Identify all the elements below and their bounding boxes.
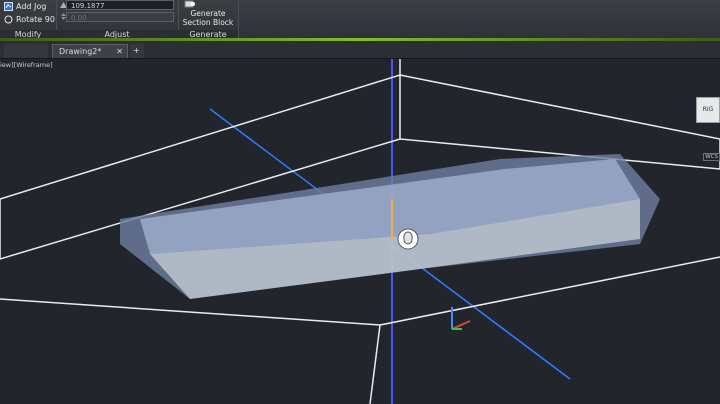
add-jog-label: Add Jog bbox=[16, 2, 47, 11]
viewcube[interactable]: RIG bbox=[696, 97, 720, 123]
wcs-menu[interactable]: WCS bbox=[703, 153, 720, 161]
elevation-input[interactable]: 109.1877 bbox=[66, 0, 174, 10]
section-box-bottom bbox=[369, 324, 381, 404]
ribbon: Add Jog Rotate 90 Modify 109.1877 0.00 A… bbox=[0, 0, 720, 41]
tab-drawing2[interactable]: Drawing2* ✕ bbox=[52, 44, 128, 58]
section-block-icon bbox=[184, 0, 213, 9]
rotate-90-button[interactable]: Rotate 90 bbox=[4, 15, 55, 24]
add-jog-button[interactable]: Add Jog bbox=[4, 2, 46, 11]
adjust-panel: 109.1877 0.00 Adjust bbox=[56, 0, 179, 40]
rotate-90-label: Rotate 90 bbox=[16, 15, 55, 24]
add-jog-icon bbox=[4, 2, 13, 11]
close-icon[interactable]: ✕ bbox=[116, 45, 123, 59]
generate-label-1: Generate bbox=[190, 9, 226, 18]
generate-section-block-button[interactable]: Generate Section Block bbox=[182, 0, 234, 28]
rotate-icon bbox=[4, 15, 13, 24]
viewport-label[interactable]: iew][Wireframe] bbox=[0, 61, 53, 69]
wireframe-scene bbox=[0, 59, 720, 404]
tab-drawing2-label: Drawing2* bbox=[59, 47, 102, 56]
tab-start[interactable] bbox=[4, 44, 48, 58]
elevation-value: 109.1877 bbox=[71, 2, 105, 10]
file-tab-bar: Drawing2* ✕ + bbox=[0, 41, 720, 59]
generate-label-2: Section Block bbox=[182, 18, 234, 27]
modify-panel: Add Jog Rotate 90 Modify bbox=[0, 0, 57, 40]
new-tab-button[interactable]: + bbox=[130, 44, 144, 58]
drawing-viewport[interactable]: iew][Wireframe] RIG WCS bbox=[0, 59, 720, 404]
generate-panel: Generate Section Block Generate bbox=[178, 0, 239, 40]
secondary-input[interactable]: 0.00 bbox=[66, 12, 174, 22]
secondary-value: 0.00 bbox=[71, 14, 87, 22]
